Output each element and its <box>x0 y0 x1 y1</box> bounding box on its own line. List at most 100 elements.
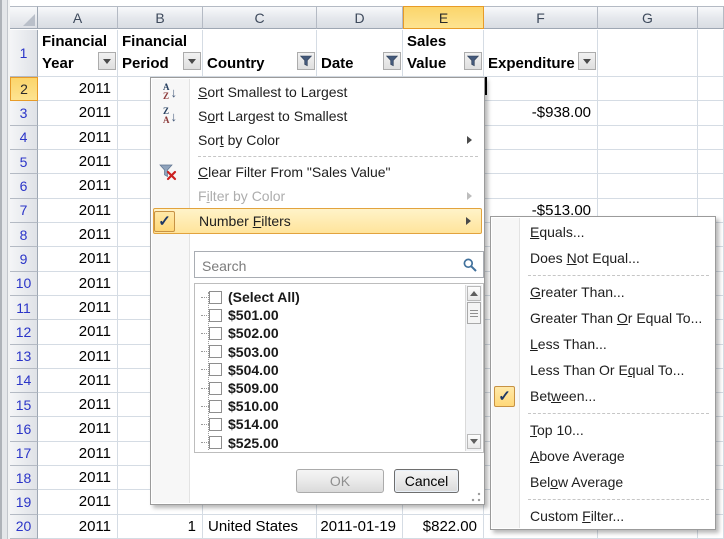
cell-A8[interactable]: 2011 <box>38 223 118 247</box>
menu-item-sort-largest-to-smallest[interactable]: Sort Largest to Smallest <box>153 104 482 128</box>
row-header-8[interactable]: 8 <box>10 223 38 247</box>
value-checkbox[interactable] <box>209 363 222 376</box>
filter-value-list[interactable]: (Select All)$501.00$502.00$503.00$504.00… <box>194 283 484 453</box>
grid-cell[interactable] <box>484 126 598 150</box>
search-icon[interactable] <box>463 258 477 272</box>
row-header-9[interactable]: 9 <box>10 247 38 271</box>
column-header-f[interactable]: F <box>484 6 598 29</box>
column-header-d[interactable]: D <box>317 6 403 29</box>
grid-cell[interactable] <box>598 126 698 150</box>
menu-item-less-than[interactable]: Less Than... <box>493 331 713 357</box>
scroll-thumb[interactable] <box>467 302 481 324</box>
cell-A11[interactable]: 2011 <box>38 296 118 320</box>
row-header-18[interactable]: 18 <box>10 466 38 490</box>
menu-item-less-than-or-equal-to[interactable]: Less Than Or Equal To... <box>493 357 713 383</box>
value-checkbox[interactable] <box>209 418 222 431</box>
cell-A16[interactable]: 2011 <box>38 417 118 441</box>
row-header-16[interactable]: 16 <box>10 417 38 441</box>
grid-cell[interactable] <box>598 101 698 125</box>
grid-cell[interactable] <box>598 30 698 77</box>
row-header-10[interactable]: 10 <box>10 272 38 296</box>
cell-A10[interactable]: 2011 <box>38 272 118 296</box>
cell-A2[interactable]: 2011 <box>38 77 118 101</box>
menu-item-sort-smallest-to-largest[interactable]: Sort Smallest to Largest <box>153 80 482 104</box>
filter-button-financial-year[interactable] <box>98 52 116 70</box>
menu-item-below-average[interactable]: Below Average <box>493 469 713 495</box>
row-header-19[interactable]: 19 <box>10 490 38 514</box>
menu-item-filter-by-color[interactable]: Filter by Color <box>153 184 482 208</box>
cell-A14[interactable]: 2011 <box>38 369 118 393</box>
grid-cell[interactable] <box>484 174 598 198</box>
row-header-20[interactable]: 20 <box>10 515 38 539</box>
menu-item-clear-filter-from-sales-value[interactable]: Clear Filter From "Sales Value" <box>153 160 482 184</box>
cell-A17[interactable]: 2011 <box>38 442 118 466</box>
scroll-up-button[interactable] <box>467 286 481 301</box>
cell-A3[interactable]: 2011 <box>38 101 118 125</box>
menu-item-custom-filter[interactable]: Custom Filter... <box>493 503 713 529</box>
ok-button[interactable]: OK <box>296 469 384 493</box>
value-list-item-503-00[interactable]: $503.00 <box>201 343 279 361</box>
cell-A6[interactable]: 2011 <box>38 174 118 198</box>
grid-cell[interactable] <box>698 77 724 101</box>
cell-A7[interactable]: 2011 <box>38 199 118 223</box>
row-header-1[interactable]: 1 <box>10 30 38 77</box>
filter-button-expenditure[interactable] <box>578 52 596 70</box>
cell-A13[interactable]: 2011 <box>38 345 118 369</box>
menu-item-number-filters[interactable]: Number Filters <box>153 208 482 234</box>
menu-item-sort-by-color[interactable]: Sort by Color <box>153 128 482 152</box>
cell-D20[interactable]: 2011-01-19 <box>317 515 403 539</box>
value-list-item-525-00[interactable]: $525.00 <box>201 434 279 452</box>
menu-item-does-not-equal[interactable]: Does Not Equal... <box>493 245 713 271</box>
menu-item-greater-than[interactable]: Greater Than... <box>493 279 713 305</box>
row-header-11[interactable]: 11 <box>10 296 38 320</box>
column-header-partial[interactable] <box>698 6 724 29</box>
search-box[interactable] <box>194 251 484 278</box>
menu-item-between[interactable]: Between... <box>493 383 713 409</box>
value-list-item-501-00[interactable]: $501.00 <box>201 306 279 324</box>
grid-cell[interactable] <box>698 150 724 174</box>
filter-button-financial-period[interactable] <box>183 52 201 70</box>
value-list-item-509-00[interactable]: $509.00 <box>201 379 279 397</box>
column-header-b[interactable]: B <box>118 6 203 29</box>
row-header-7[interactable]: 7 <box>10 199 38 223</box>
value-checkbox[interactable] <box>209 327 222 340</box>
column-header-c[interactable]: C <box>203 6 317 29</box>
value-checkbox[interactable] <box>209 345 222 358</box>
grid-cell[interactable] <box>598 174 698 198</box>
row-header-14[interactable]: 14 <box>10 369 38 393</box>
menu-item-top-10[interactable]: Top 10... <box>493 417 713 443</box>
cell-A9[interactable]: 2011 <box>38 247 118 271</box>
menu-item-greater-than-or-equal-to[interactable]: Greater Than Or Equal To... <box>493 305 713 331</box>
value-list-item-510-00[interactable]: $510.00 <box>201 397 279 415</box>
scroll-down-button[interactable] <box>467 434 481 449</box>
row-header-5[interactable]: 5 <box>10 150 38 174</box>
cell-E20[interactable]: $822.00 <box>403 515 484 539</box>
cell-B20[interactable]: 1 <box>118 515 203 539</box>
grid-cell[interactable] <box>484 150 598 174</box>
value-list-item-partial[interactable] <box>201 452 228 453</box>
value-list-item-504-00[interactable]: $504.00 <box>201 361 279 379</box>
grid-cell[interactable] <box>698 30 724 77</box>
filter-button-country[interactable] <box>297 52 315 70</box>
value-checkbox[interactable] <box>209 400 222 413</box>
cell-A12[interactable]: 2011 <box>38 320 118 344</box>
value-checkbox[interactable] <box>209 436 222 449</box>
value-checkbox[interactable] <box>209 309 222 322</box>
row-header-12[interactable]: 12 <box>10 320 38 344</box>
value-checkbox[interactable] <box>209 291 222 304</box>
list-scrollbar[interactable] <box>465 285 482 451</box>
cell-F3[interactable]: -$938.00 <box>484 101 598 125</box>
value-list-item-502-00[interactable]: $502.00 <box>201 324 279 342</box>
cancel-button[interactable]: Cancel <box>394 469 459 493</box>
grid-cell[interactable] <box>598 150 698 174</box>
menu-item-equals[interactable]: Equals... <box>493 219 713 245</box>
resize-grip[interactable] <box>471 492 481 502</box>
cell-A19[interactable]: 2011 <box>38 490 118 514</box>
value-list-item-select-all[interactable]: (Select All) <box>201 288 300 306</box>
value-checkbox[interactable] <box>209 382 222 395</box>
cell-A15[interactable]: 2011 <box>38 393 118 417</box>
row-header-13[interactable]: 13 <box>10 345 38 369</box>
cell-A5[interactable]: 2011 <box>38 150 118 174</box>
row-header-3[interactable]: 3 <box>10 101 38 125</box>
select-all-corner[interactable] <box>10 6 38 29</box>
